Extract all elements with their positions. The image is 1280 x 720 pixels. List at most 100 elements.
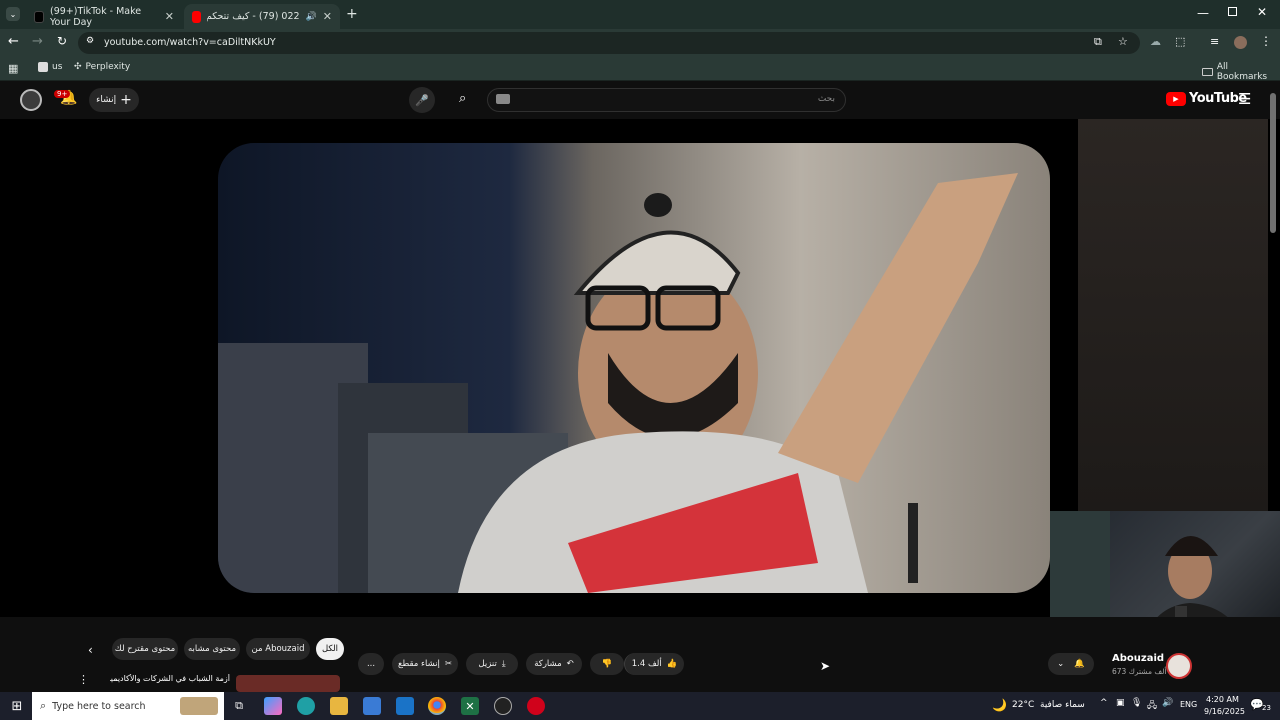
chip-recommended[interactable]: محتوى مقترح لك bbox=[112, 638, 178, 660]
scrollbar[interactable] bbox=[1270, 93, 1276, 233]
file-explorer-icon[interactable] bbox=[330, 697, 348, 715]
side-panel-background bbox=[1078, 119, 1268, 511]
tray-chevron-icon[interactable]: ^ bbox=[1100, 698, 1108, 708]
edge-icon[interactable] bbox=[297, 697, 315, 715]
minimize-icon[interactable]: — bbox=[1197, 6, 1209, 20]
tab-title: 022 (79) - كيف تتحكم في أدا bbox=[207, 11, 300, 22]
bookmark-label: us bbox=[52, 62, 63, 72]
plus-icon: + bbox=[120, 92, 132, 108]
chrome-menu-icon[interactable]: ⋮ bbox=[1260, 34, 1272, 48]
chip-related[interactable]: محتوى مشابه bbox=[184, 638, 240, 660]
download-label: تنزيل bbox=[478, 659, 497, 669]
site-info-icon[interactable]: ⚙ bbox=[86, 36, 94, 46]
weather-icon[interactable]: 🌙 bbox=[992, 698, 1007, 712]
dislike-icon: 👎 bbox=[601, 659, 613, 669]
volume-icon[interactable]: 🔊 bbox=[1162, 698, 1173, 708]
task-view-icon[interactable]: ⧉ bbox=[230, 697, 248, 715]
chip-all[interactable]: الكل bbox=[316, 638, 344, 660]
weather-temp[interactable]: 22°C bbox=[1012, 700, 1034, 710]
like-button[interactable]: 1.4 ألف 👍 bbox=[624, 653, 684, 675]
recommendation-thumbnail[interactable] bbox=[236, 675, 340, 692]
share-button[interactable]: مشاركة ↶ bbox=[526, 653, 582, 675]
recommendation-title[interactable]: أزمة الشباب في الشركات والأكاديميات | ..… bbox=[110, 674, 230, 683]
bookmark-icon bbox=[38, 62, 48, 72]
search-input[interactable]: بحث bbox=[487, 88, 846, 112]
chips-prev-icon[interactable]: ‹ bbox=[88, 643, 93, 657]
taskbar-search-placeholder: Type here to search bbox=[52, 700, 146, 712]
channel-avatar[interactable] bbox=[1166, 653, 1192, 679]
address-bar[interactable]: ⚙ youtube.com/watch?v=caDiltNKkUY ⧉ ☆ bbox=[78, 32, 1140, 54]
apps-grid-icon[interactable]: ▦ bbox=[8, 62, 18, 75]
clip-button[interactable]: إنشاء مقطع ✂ bbox=[392, 653, 458, 675]
notification-count: 23 bbox=[1262, 704, 1271, 712]
chrome-icon[interactable] bbox=[428, 697, 446, 715]
more-actions-button[interactable]: ... bbox=[358, 653, 384, 675]
close-window-icon[interactable]: ✕ bbox=[1257, 5, 1267, 19]
create-label: إنشاء bbox=[96, 95, 117, 105]
microphone-icon[interactable]: 🎙 bbox=[1131, 698, 1142, 708]
tab-search-button[interactable]: ⌄ bbox=[6, 7, 20, 21]
new-tab-button[interactable]: + bbox=[346, 6, 358, 22]
tiktok-icon bbox=[34, 10, 44, 23]
all-bookmarks-label: All Bookmarks bbox=[1216, 62, 1268, 82]
all-bookmarks-button[interactable]: All Bookmarks bbox=[1202, 62, 1280, 82]
chip-label: محتوى مشابه bbox=[188, 644, 236, 654]
browser-tab-strip: ⌄ (99+)TikTok - Make Your Day ✕ 022 (79)… bbox=[0, 0, 1280, 29]
bookmark-us[interactable]: us bbox=[38, 62, 62, 72]
tray-app-icon[interactable]: ▣ bbox=[1116, 698, 1125, 708]
extension-icon[interactable]: ☁ bbox=[1150, 35, 1161, 48]
search-icon[interactable]: ⌕ bbox=[459, 91, 466, 106]
clock-time[interactable]: 4:20 AM bbox=[1206, 695, 1239, 704]
obs-icon[interactable] bbox=[494, 697, 512, 715]
clock-date[interactable]: 9/16/2025 bbox=[1204, 707, 1245, 716]
taskbar-search-input[interactable]: ⌕ Type here to search bbox=[32, 692, 224, 720]
dislike-button[interactable]: 👎 bbox=[590, 653, 624, 675]
profile-avatar[interactable] bbox=[1234, 36, 1247, 49]
outlook-icon[interactable] bbox=[396, 697, 414, 715]
store-icon[interactable] bbox=[363, 697, 381, 715]
windows-start-icon[interactable]: ⊞ bbox=[8, 697, 26, 715]
network-icon[interactable]: 🖧 bbox=[1147, 698, 1157, 714]
share-icon: ↶ bbox=[566, 659, 574, 669]
hamburger-menu-icon[interactable]: ☰ bbox=[1238, 90, 1251, 108]
back-icon[interactable]: ← bbox=[8, 34, 19, 49]
youtube-icon bbox=[192, 10, 202, 23]
install-app-icon[interactable]: ⧉ bbox=[1094, 35, 1102, 49]
browser-toolbar: ← → ↻ ⚙ youtube.com/watch?v=caDiltNKkUY … bbox=[0, 29, 1280, 57]
restore-icon[interactable] bbox=[1228, 7, 1237, 16]
download-button[interactable]: تنزيل ⤓ bbox=[466, 653, 518, 675]
speaker-icon[interactable]: 🔊 bbox=[306, 12, 317, 22]
media-controls-icon[interactable]: ≡ bbox=[1210, 35, 1219, 48]
account-avatar[interactable] bbox=[20, 89, 42, 111]
close-tab-icon[interactable]: ✕ bbox=[165, 10, 174, 23]
copilot-icon[interactable] bbox=[264, 697, 282, 715]
opera-icon[interactable] bbox=[527, 697, 545, 715]
reload-icon[interactable]: ↻ bbox=[57, 34, 67, 48]
youtube-logo[interactable]: ▶ YouTube bbox=[1166, 91, 1247, 106]
recommendation-menu-icon[interactable]: ⋮ bbox=[78, 673, 89, 686]
extensions-puzzle-icon[interactable]: ⬚ bbox=[1175, 35, 1185, 48]
video-content bbox=[218, 173, 1018, 593]
bookmark-star-icon[interactable]: ☆ bbox=[1118, 35, 1128, 48]
search-icon: ⌕ bbox=[40, 699, 47, 712]
bookmark-perplexity[interactable]: ✣ Perplexity bbox=[74, 62, 130, 72]
video-frame bbox=[218, 143, 1050, 593]
excel-icon[interactable]: ✕ bbox=[461, 697, 479, 715]
browser-tab-tiktok[interactable]: (99+)TikTok - Make Your Day ✕ bbox=[26, 4, 182, 29]
language-indicator[interactable]: ENG bbox=[1180, 700, 1197, 709]
browser-tab-youtube[interactable]: 022 (79) - كيف تتحكم في أدا 🔊 ✕ bbox=[184, 4, 340, 29]
bookmarks-bar: ▦ us ✣ Perplexity All Bookmarks bbox=[0, 57, 1280, 82]
forward-icon[interactable]: → bbox=[32, 34, 43, 49]
subscribe-menu-button[interactable]: ⌄ 🔔 bbox=[1048, 653, 1094, 675]
create-button[interactable]: إنشاء + bbox=[89, 88, 139, 112]
voice-search-button[interactable]: 🎤 bbox=[409, 87, 435, 113]
like-icon: 👍 bbox=[666, 659, 678, 669]
weather-text[interactable]: سماء صافية bbox=[1040, 700, 1085, 710]
url-text: youtube.com/watch?v=caDiltNKkUY bbox=[104, 37, 276, 48]
video-player[interactable] bbox=[192, 119, 1078, 617]
channel-name[interactable]: Abouzaid bbox=[1112, 653, 1164, 664]
chip-from-channel[interactable]: من Abouzaid bbox=[246, 638, 310, 660]
close-tab-icon[interactable]: ✕ bbox=[323, 10, 332, 23]
keyboard-icon[interactable] bbox=[496, 94, 510, 104]
youtube-play-icon: ▶ bbox=[1166, 91, 1186, 106]
